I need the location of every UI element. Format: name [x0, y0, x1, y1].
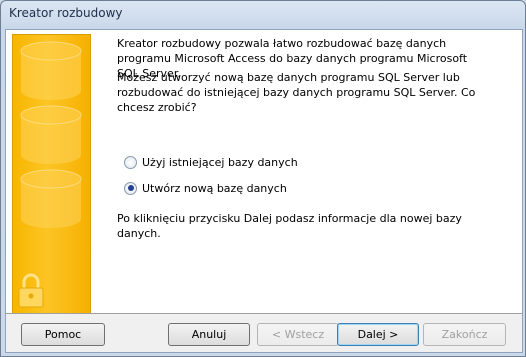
wizard-side-banner	[12, 34, 91, 314]
finish-button[interactable]: Zakończ	[423, 323, 506, 346]
question-text: Możesz utworzyć nową bazę danych program…	[117, 71, 476, 114]
title-bar[interactable]: Kreator rozbudowy	[1, 1, 525, 29]
radio-existing-database[interactable]: Użyj istniejącej bazy danych	[124, 154, 298, 170]
cancel-button[interactable]: Anuluj	[168, 323, 250, 346]
next-button[interactable]: Dalej >	[337, 323, 419, 346]
radio-existing-circle[interactable]	[124, 155, 137, 169]
radio-new-database[interactable]: Utwórz nową bazę danych	[124, 180, 287, 196]
wizard-window: Kreator rozbudowy Kreator rozbudowy pozw…	[0, 0, 526, 357]
back-button[interactable]: < Wstecz	[257, 323, 339, 346]
radio-new-label: Utwórz nową bazę danych	[142, 181, 287, 195]
separator	[6, 313, 522, 314]
footer-note: Po kliknięciu przycisku Dalej podasz inf…	[117, 212, 462, 240]
content-panel: Kreator rozbudowy pozwala łatwo rozbudow…	[6, 30, 522, 314]
lock-icon	[18, 273, 44, 308]
window-title: Kreator rozbudowy	[9, 6, 123, 20]
radio-new-circle[interactable]	[124, 181, 137, 195]
radio-existing-label: Użyj istniejącej bazy danych	[142, 155, 298, 169]
dialog-client-area: Kreator rozbudowy pozwala łatwo rozbudow…	[5, 29, 523, 353]
help-button[interactable]: Pomoc	[21, 323, 105, 346]
